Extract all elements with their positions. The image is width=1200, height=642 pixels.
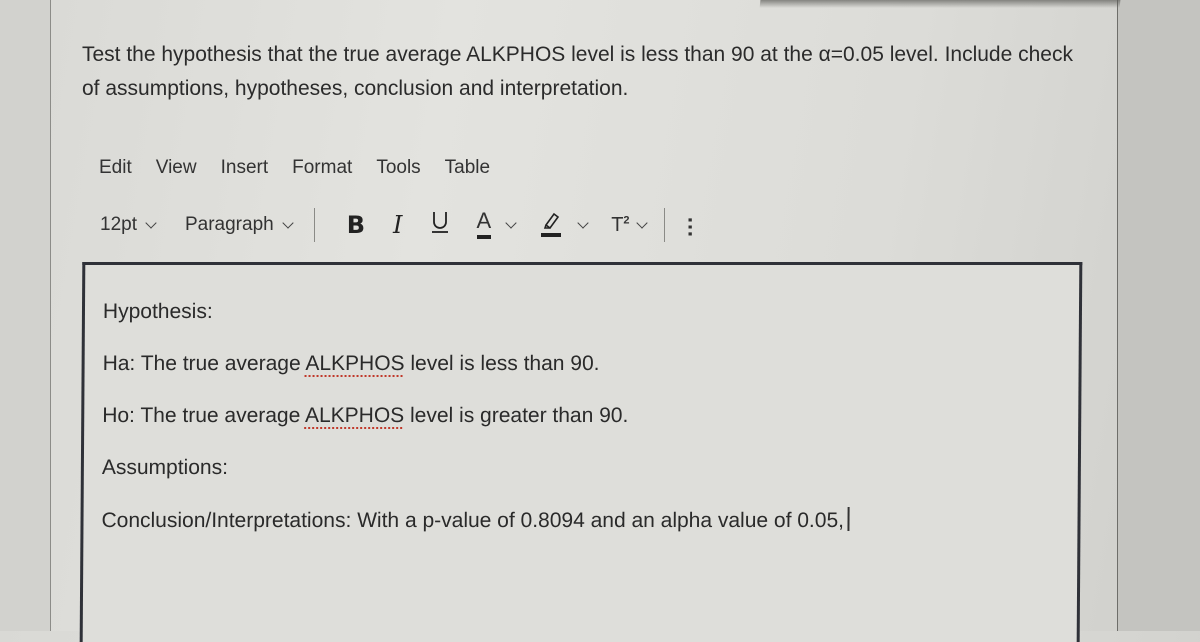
spellcheck-flagged-word[interactable]: ALKPHOS	[305, 404, 404, 427]
editor-line-ha: Ha: The true average ALKPHOS level is le…	[103, 351, 851, 377]
editor-line-conclusion: Conclusion/Interpretations: With a p-val…	[101, 507, 850, 534]
highlight-color-button[interactable]	[541, 212, 589, 237]
toolbar-divider	[663, 208, 665, 242]
font-size-value: 12pt	[100, 214, 137, 235]
ho-suffix: level is greater than 90.	[404, 404, 629, 427]
menu-format[interactable]: Format	[292, 157, 352, 179]
conclusion-text: Conclusion/Interpretations: With a p-val…	[101, 509, 845, 532]
font-size-select[interactable]: 12pt	[100, 214, 157, 236]
italic-button[interactable]: I	[393, 211, 402, 239]
chevron-down-icon	[505, 216, 517, 229]
editor-line-ho: Ho: The true average ALKPHOS level is gr…	[102, 403, 850, 429]
text-cursor	[846, 507, 850, 531]
superscript-icon: T2	[611, 214, 629, 237]
menu-view[interactable]: View	[156, 157, 197, 179]
menu-tools[interactable]: Tools	[376, 157, 420, 179]
block-format-value: Paragraph	[184, 214, 274, 235]
bold-button[interactable]: B	[347, 211, 365, 239]
ho-prefix: Ho: The true average	[102, 404, 306, 427]
screen-right-edge	[1117, 0, 1200, 631]
toolbar-divider	[313, 208, 315, 242]
menu-insert[interactable]: Insert	[221, 157, 269, 179]
block-format-select[interactable]: Paragraph	[184, 214, 294, 236]
superscript-button[interactable]: T2	[611, 214, 648, 237]
underline-button[interactable]	[431, 210, 449, 240]
spellcheck-flagged-word[interactable]: ALKPHOS	[305, 352, 404, 375]
chevron-down-icon	[635, 216, 648, 229]
editor-toolbar: 12pt Paragraph B I A T2 …	[100, 208, 709, 242]
underline-icon	[431, 212, 448, 233]
shadow	[759, 0, 1121, 8]
superscript-label: T	[611, 213, 624, 236]
chevron-down-icon	[145, 216, 157, 229]
editor-line-assumptions: Assumptions:	[101, 456, 229, 479]
ha-suffix: level is less than 90.	[404, 352, 600, 375]
editor-content[interactable]: Hypothesis: Ha: The true average ALKPHOS…	[101, 299, 850, 560]
more-vertical-icon[interactable]: …	[683, 216, 709, 234]
editor-line-hypothesis: Hypothesis:	[102, 300, 213, 323]
text-color-icon: A	[476, 210, 492, 239]
text-color-button[interactable]: A	[476, 210, 517, 239]
superscript-exp: 2	[623, 213, 630, 226]
editor-menubar: Edit View Insert Format Tools Table	[99, 157, 514, 179]
menu-edit[interactable]: Edit	[99, 157, 132, 179]
rich-text-editor[interactable]: Hypothesis: Ha: The true average ALKPHOS…	[79, 262, 1083, 642]
highlight-icon	[541, 212, 562, 237]
question-prompt: Test the hypothesis that the true averag…	[82, 43, 1073, 100]
menu-table[interactable]: Table	[445, 157, 490, 179]
chevron-down-icon	[282, 216, 294, 229]
chevron-down-icon	[577, 216, 589, 229]
screen-left-edge	[0, 0, 51, 631]
ha-prefix: Ha: The true average	[102, 352, 306, 375]
